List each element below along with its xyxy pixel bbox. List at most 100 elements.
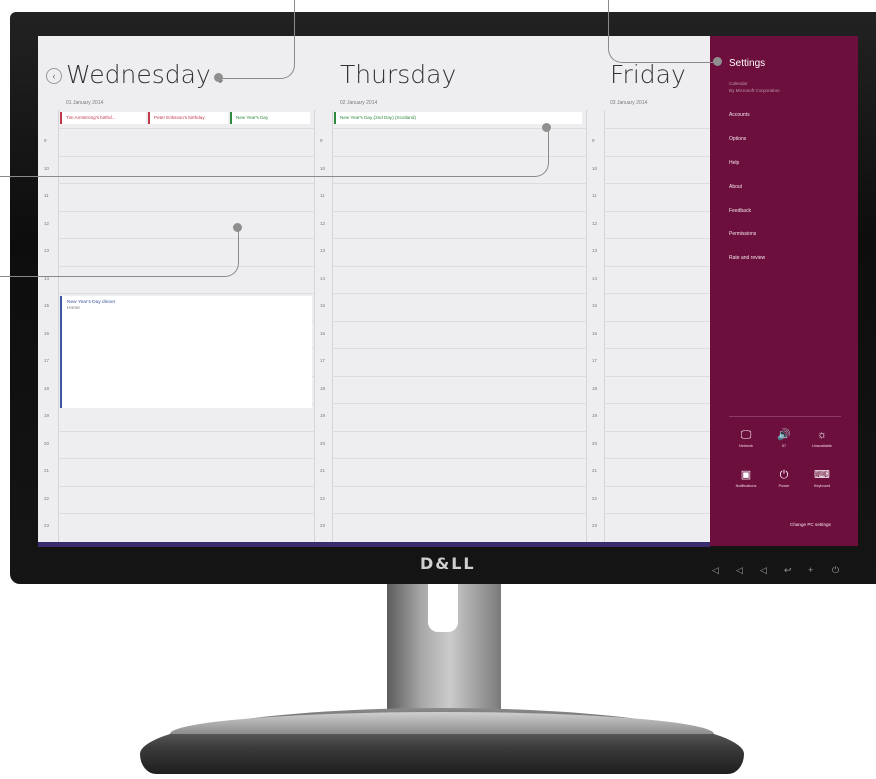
monitor-button-icon[interactable]: ◁ bbox=[736, 566, 744, 575]
hour-label: 21 bbox=[592, 468, 598, 473]
quick-setting-notifications[interactable]: ▣ Notifications bbox=[726, 468, 766, 488]
monitor-button-icon[interactable]: ↩ bbox=[784, 566, 792, 575]
monitor-button-icon[interactable]: + bbox=[808, 566, 816, 575]
callout-line bbox=[222, 0, 295, 79]
settings-item-help[interactable]: Help bbox=[729, 160, 739, 166]
settings-item-accounts[interactable]: Accounts bbox=[729, 112, 750, 118]
hour-row[interactable] bbox=[58, 458, 314, 486]
monitor-button-icon[interactable]: ⏻ bbox=[832, 566, 840, 575]
hour-label: 20 bbox=[320, 440, 326, 446]
hour-label: 22 bbox=[592, 495, 598, 501]
day-date-friday: 03 January 2014 bbox=[610, 100, 648, 106]
monitor-stand-slot bbox=[428, 584, 458, 632]
hour-label: 12 bbox=[592, 220, 598, 226]
hour-label: 23 bbox=[592, 523, 598, 528]
hour-row[interactable] bbox=[58, 485, 314, 514]
all-day-event[interactable]: New Year's Day bbox=[230, 112, 310, 124]
hour-row[interactable] bbox=[332, 375, 586, 404]
quick-setting-volume[interactable]: 🔊 57 bbox=[764, 428, 804, 448]
hour-row[interactable] bbox=[332, 183, 586, 211]
hour-row[interactable] bbox=[604, 485, 710, 514]
hour-row[interactable] bbox=[604, 128, 710, 156]
hour-label: 11 bbox=[592, 193, 597, 198]
hour-row[interactable] bbox=[332, 320, 586, 349]
callout-dot bbox=[214, 73, 223, 82]
hour-label: 22 bbox=[44, 495, 50, 501]
hour-label: 19 bbox=[592, 413, 598, 418]
hour-label: 18 bbox=[44, 385, 50, 391]
hour-label: 18 bbox=[592, 385, 598, 391]
hour-row[interactable] bbox=[604, 513, 710, 541]
back-arrow-icon[interactable]: ‹ bbox=[46, 68, 62, 84]
hour-label: 13 bbox=[592, 248, 598, 253]
hour-row[interactable] bbox=[332, 265, 586, 294]
hour-label: 16 bbox=[592, 330, 598, 336]
hour-row[interactable] bbox=[58, 513, 314, 541]
hour-row[interactable] bbox=[332, 293, 586, 321]
hour-row[interactable] bbox=[604, 375, 710, 404]
hour-row[interactable] bbox=[58, 430, 314, 459]
settings-item-options[interactable]: Options bbox=[729, 136, 746, 142]
hour-row[interactable] bbox=[332, 403, 586, 431]
hour-row[interactable] bbox=[332, 485, 586, 514]
calendar-event[interactable]: New Year's Day dinner Home bbox=[60, 296, 312, 408]
hour-label: 15 bbox=[320, 303, 326, 308]
quick-setting-label: Notifications bbox=[735, 484, 757, 488]
callout-line bbox=[0, 228, 239, 277]
notifications-icon: ▣ bbox=[740, 469, 752, 481]
hour-row[interactable] bbox=[604, 238, 710, 266]
all-day-event[interactable]: Peter Eriksson's birthday bbox=[148, 112, 228, 124]
screen: ‹ Wednesday⌄ 01 January 2014 Thursday 02… bbox=[38, 36, 858, 546]
hour-row[interactable] bbox=[332, 430, 586, 459]
quick-setting-brightness[interactable]: ☼ Unavailable bbox=[802, 428, 842, 448]
taskbar-strip bbox=[38, 542, 710, 547]
hour-label: 17 bbox=[320, 358, 326, 363]
hour-label: 11 bbox=[44, 193, 49, 198]
day-title-wednesday[interactable]: Wednesday⌄ bbox=[66, 60, 226, 89]
monitor-buttons: ◁ ◁ ◁ ↩ + ⏻ bbox=[712, 566, 840, 575]
callout-dot bbox=[713, 57, 722, 66]
hour-row[interactable] bbox=[604, 320, 710, 349]
hour-row[interactable] bbox=[332, 458, 586, 486]
hour-row[interactable] bbox=[604, 458, 710, 486]
column-divider bbox=[586, 110, 587, 546]
callout-dot bbox=[233, 223, 242, 232]
hour-row[interactable] bbox=[604, 348, 710, 376]
hour-row[interactable] bbox=[604, 183, 710, 211]
hour-row[interactable] bbox=[332, 210, 586, 239]
hour-label: 16 bbox=[44, 330, 50, 336]
hour-row[interactable] bbox=[604, 403, 710, 431]
hour-row[interactable] bbox=[604, 293, 710, 321]
monitor-button-icon[interactable]: ◁ bbox=[760, 566, 768, 575]
hour-row[interactable] bbox=[604, 430, 710, 459]
hour-row[interactable] bbox=[332, 348, 586, 376]
hour-row[interactable] bbox=[332, 513, 586, 541]
settings-item-feedback[interactable]: Feedback bbox=[729, 208, 751, 214]
quick-setting-network[interactable]: 🖵 Network bbox=[726, 428, 766, 448]
hour-label: 11 bbox=[320, 193, 325, 198]
settings-item-rate-and-review[interactable]: Rate and review bbox=[729, 255, 765, 261]
hour-label: 12 bbox=[320, 220, 326, 226]
hour-label: 14 bbox=[320, 275, 326, 281]
hour-row[interactable] bbox=[58, 183, 314, 211]
event-title: New Year's Day dinner bbox=[67, 300, 116, 305]
hour-row[interactable] bbox=[604, 265, 710, 294]
monitor-stand-base-top bbox=[170, 712, 714, 734]
callout-dot bbox=[542, 123, 551, 132]
change-pc-settings-link[interactable]: Change PC settings bbox=[790, 522, 831, 527]
settings-title: Settings bbox=[729, 58, 766, 69]
brightness-icon: ☼ bbox=[816, 429, 828, 441]
hour-row[interactable] bbox=[604, 210, 710, 239]
hour-row[interactable] bbox=[332, 238, 586, 266]
monitor-button-icon[interactable]: ◁ bbox=[712, 566, 720, 575]
hour-label: 18 bbox=[320, 385, 326, 391]
day-title-friday[interactable]: Friday bbox=[610, 60, 686, 89]
quick-setting-keyboard[interactable]: ⌨ Keyboard bbox=[802, 468, 842, 488]
settings-item-about[interactable]: About bbox=[729, 184, 742, 190]
day-title-thursday[interactable]: Thursday bbox=[340, 60, 456, 89]
hour-row[interactable] bbox=[604, 155, 710, 184]
hour-label: 10 bbox=[592, 165, 598, 171]
settings-item-permissions[interactable]: Permissions bbox=[729, 231, 756, 237]
quick-setting-power[interactable]: ⏻ Power bbox=[764, 468, 804, 488]
all-day-event[interactable]: Tim Armstrong's birthd... bbox=[60, 112, 146, 124]
